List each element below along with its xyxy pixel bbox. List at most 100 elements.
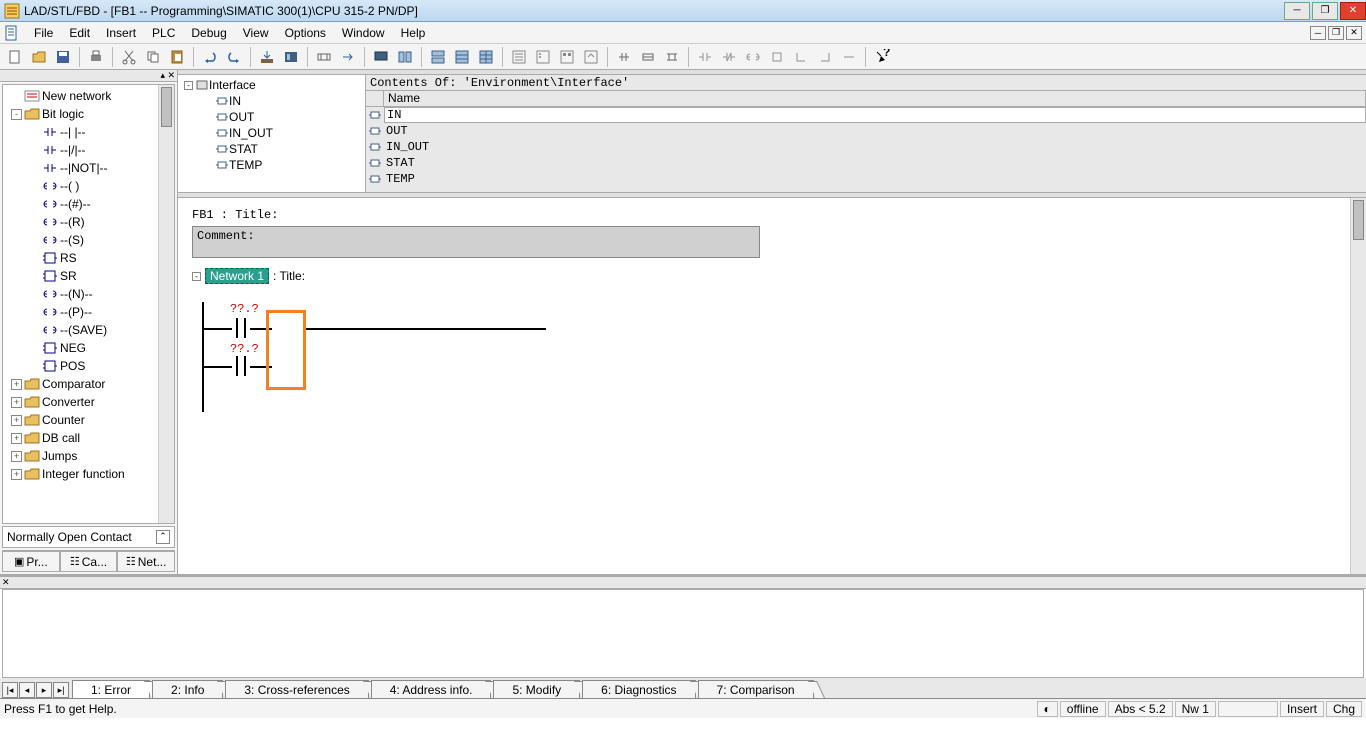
tree-scrollbar[interactable] <box>158 85 174 523</box>
iface-row[interactable]: IN_OUT <box>366 139 1366 155</box>
iface-row[interactable]: STAT <box>366 155 1366 171</box>
output-tab[interactable]: 7: Comparison <box>698 680 814 698</box>
view1-button[interactable] <box>427 46 449 68</box>
tree-node[interactable]: POS <box>3 357 174 375</box>
tree-node[interactable]: RS <box>3 249 174 267</box>
network-button[interactable] <box>313 46 335 68</box>
tree-node[interactable]: --(S) <box>3 231 174 249</box>
menu-plc[interactable]: PLC <box>144 24 183 42</box>
tree-node[interactable]: +Comparator <box>3 375 174 393</box>
branch-close-button[interactable] <box>814 46 836 68</box>
tab-nav-last[interactable]: ▸| <box>53 682 69 698</box>
iface-row[interactable]: OUT <box>366 123 1366 139</box>
menu-edit[interactable]: Edit <box>61 24 98 42</box>
contact-2[interactable] <box>232 356 250 376</box>
tree-node[interactable]: +Counter <box>3 411 174 429</box>
tree-node[interactable]: --(SAVE) <box>3 321 174 339</box>
left-tab-program[interactable]: ▣ Pr... <box>2 551 60 572</box>
column-name[interactable]: Name <box>384 91 1366 106</box>
coil-button[interactable] <box>742 46 764 68</box>
output-close-icon[interactable]: ✕ <box>0 577 1366 589</box>
left-tab-network[interactable]: ☷ Net... <box>117 551 175 572</box>
connection-button[interactable] <box>838 46 860 68</box>
iface-tree-node[interactable]: STAT <box>180 141 363 157</box>
print-button[interactable] <box>85 46 107 68</box>
insert2-button[interactable] <box>637 46 659 68</box>
insert1-button[interactable] <box>613 46 635 68</box>
menu-help[interactable]: Help <box>393 24 434 42</box>
goto-button[interactable] <box>337 46 359 68</box>
tree-node[interactable]: SR <box>3 267 174 285</box>
menu-debug[interactable]: Debug <box>183 24 234 42</box>
instruction-tree[interactable]: New network-Bit logic--| |----|/|----|NO… <box>2 84 175 524</box>
view2-button[interactable] <box>451 46 473 68</box>
interface-tree[interactable]: - Interface IN OUT IN_OUT STAT TEMP <box>178 75 366 192</box>
contact-closed-button[interactable] <box>718 46 740 68</box>
tree-node[interactable]: +Integer function <box>3 465 174 483</box>
pane-close-icon[interactable]: ▴ ✕ <box>0 70 177 82</box>
iface-row[interactable]: TEMP <box>366 171 1366 187</box>
output-tab[interactable]: 6: Diagnostics <box>582 680 695 698</box>
contact-open-button[interactable] <box>694 46 716 68</box>
tree-node[interactable]: +DB call <box>3 429 174 447</box>
menu-file[interactable]: File <box>26 24 61 42</box>
menu-insert[interactable]: Insert <box>98 24 144 42</box>
tree-node[interactable]: --(P)-- <box>3 303 174 321</box>
tree-node[interactable]: --| |-- <box>3 123 174 141</box>
copy-button[interactable] <box>142 46 164 68</box>
address-2[interactable]: ??.? <box>230 342 259 356</box>
mdi-minimize-button[interactable]: ─ <box>1310 26 1326 40</box>
iface-tree-node[interactable]: TEMP <box>180 157 363 173</box>
tree-node[interactable]: +Jumps <box>3 447 174 465</box>
redo-button[interactable] <box>223 46 245 68</box>
output-body[interactable] <box>2 589 1364 678</box>
mdi-close-button[interactable]: ✕ <box>1346 26 1362 40</box>
selection-box[interactable] <box>266 310 306 390</box>
editor-scrollbar[interactable] <box>1350 198 1366 574</box>
output-tab[interactable]: 4: Address info. <box>371 680 492 698</box>
tree-node[interactable]: +Converter <box>3 393 174 411</box>
split-h-button[interactable] <box>394 46 416 68</box>
iface-tree-node[interactable]: OUT <box>180 109 363 125</box>
monitor-button[interactable] <box>370 46 392 68</box>
network-collapse-icon[interactable]: - <box>192 272 201 281</box>
catalog2-button[interactable] <box>532 46 554 68</box>
output-tab[interactable]: 5: Modify <box>493 680 580 698</box>
menu-view[interactable]: View <box>235 24 277 42</box>
minimize-button[interactable]: ─ <box>1284 2 1310 20</box>
module-button[interactable] <box>280 46 302 68</box>
maximize-button[interactable]: ❐ <box>1312 2 1338 20</box>
new-button[interactable] <box>4 46 26 68</box>
open-button[interactable] <box>28 46 50 68</box>
output-tab[interactable]: 1: Error <box>72 680 150 698</box>
network-title[interactable]: : Title: <box>273 269 305 283</box>
tree-node[interactable]: --|/|-- <box>3 141 174 159</box>
fb-title[interactable]: FB1 : Title: <box>192 208 1352 222</box>
network-label[interactable]: Network 1 <box>205 268 269 284</box>
insert3-button[interactable] <box>661 46 683 68</box>
catalog3-button[interactable] <box>556 46 578 68</box>
cut-button[interactable] <box>118 46 140 68</box>
paste-button[interactable] <box>166 46 188 68</box>
output-tab[interactable]: 3: Cross-references <box>225 680 368 698</box>
tree-node[interactable]: --(N)-- <box>3 285 174 303</box>
ladder-diagram[interactable]: ??.? ??.? <box>202 302 1352 412</box>
undo-button[interactable] <box>199 46 221 68</box>
tab-nav-next[interactable]: ▸ <box>36 682 52 698</box>
box-button[interactable] <box>766 46 788 68</box>
description-toggle-button[interactable]: ⌃ <box>156 530 170 544</box>
left-tab-call[interactable]: ☷ Ca... <box>60 551 118 572</box>
iface-tree-node[interactable]: IN <box>180 93 363 109</box>
iface-tree-node[interactable]: - Interface <box>180 77 363 93</box>
catalog4-button[interactable] <box>580 46 602 68</box>
tree-node[interactable]: --(R) <box>3 213 174 231</box>
tree-node[interactable]: New network <box>3 87 174 105</box>
tree-node[interactable]: --( ) <box>3 177 174 195</box>
comment-box[interactable]: Comment: <box>192 226 760 258</box>
tree-node[interactable]: NEG <box>3 339 174 357</box>
tree-node[interactable]: --|NOT|-- <box>3 159 174 177</box>
tab-nav-prev[interactable]: ◂ <box>19 682 35 698</box>
contact-1[interactable] <box>232 318 250 338</box>
ladder-editor[interactable]: FB1 : Title: Comment: - Network 1 : Titl… <box>178 198 1366 574</box>
tree-node[interactable]: --(#)-- <box>3 195 174 213</box>
